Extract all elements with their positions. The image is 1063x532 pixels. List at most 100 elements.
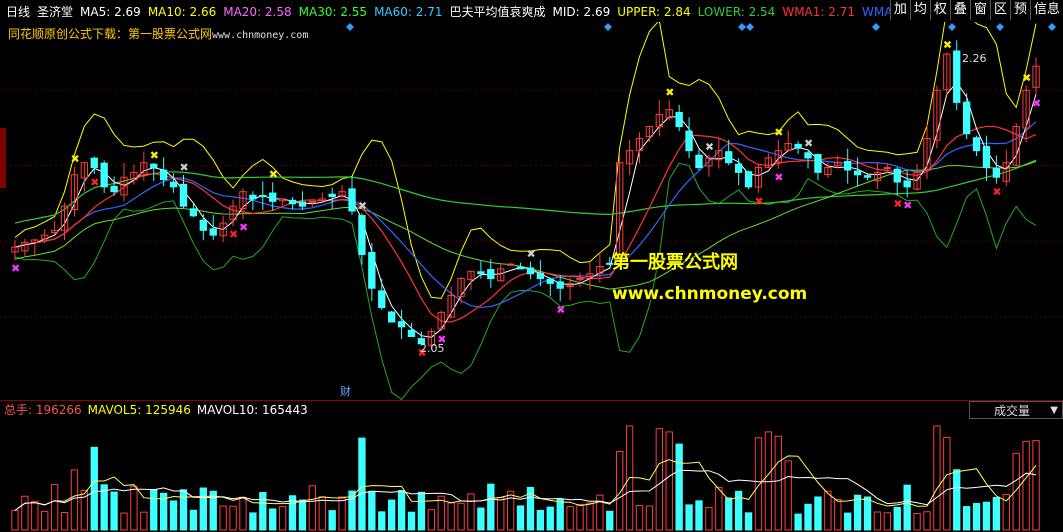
volume-bar <box>962 506 971 531</box>
event-diamond-icon <box>738 23 746 31</box>
volume-bar <box>249 512 257 531</box>
candle-body <box>744 171 753 188</box>
volume-bar <box>744 512 753 531</box>
volume-bar <box>903 484 911 531</box>
volume-bar <box>31 500 39 531</box>
volume-bar <box>616 450 624 531</box>
volume-bar <box>417 491 426 531</box>
signal-marker-icon: ✖ <box>229 228 238 241</box>
candle-body <box>378 290 386 309</box>
candle-body <box>189 208 198 217</box>
volume-bar <box>179 489 188 531</box>
volume-bar <box>953 469 961 531</box>
volume-bar <box>368 490 376 531</box>
candle-body <box>853 170 862 176</box>
volume-bar <box>378 511 386 531</box>
volume-bar <box>437 495 445 531</box>
candle-body <box>992 167 1001 178</box>
total-volume-label: 总手: 196266 <box>4 403 82 417</box>
volume-bar <box>60 512 69 531</box>
volume-bar <box>814 496 822 531</box>
signal-marker-icon: ✖ <box>992 186 1001 199</box>
signal-marker-icon: ✖ <box>239 221 248 234</box>
candle-body <box>477 271 485 275</box>
indicator-0: MA5: 2.69 <box>80 4 141 19</box>
ma5-line <box>14 81 1037 338</box>
candle-body <box>536 272 545 280</box>
volume-bar <box>1022 440 1030 531</box>
toolbar-button-3[interactable]: 叠 <box>949 0 970 20</box>
indicator-6: MID: 2.69 <box>552 4 611 19</box>
lower-band-line <box>14 162 1037 400</box>
volume-bar <box>576 503 584 531</box>
event-diamond-icon <box>1048 23 1056 31</box>
volume-bar <box>70 469 79 531</box>
candle-body <box>308 200 317 203</box>
candle-body <box>814 154 822 173</box>
volume-bar <box>943 436 951 531</box>
volume-bar <box>784 460 792 531</box>
toolbar-button-2[interactable]: 权 <box>929 0 950 20</box>
event-diamond-icon <box>604 23 612 31</box>
candle-body <box>962 101 971 135</box>
signal-marker-icon: ✖ <box>90 176 99 189</box>
toolbar-button-1[interactable]: 均 <box>909 0 930 20</box>
indicator-5: 巴夫平均值哀爽成 <box>449 4 546 19</box>
indicator-8: LOWER: 2.54 <box>697 4 776 19</box>
volume-indicator-select[interactable]: 成交量 ▼ <box>969 401 1063 419</box>
candle-body <box>328 193 336 198</box>
volume-bar <box>219 505 227 531</box>
event-diamond-icon <box>948 23 956 31</box>
volume-bar <box>467 493 475 531</box>
price-chart[interactable]: ✖ ✖✖✖✖✖✖✖✖✖✖✖✖✖✖✖✖✖ ✖✖✖✖✖ ✖✖ <box>0 22 1063 400</box>
volume-bar <box>497 496 505 531</box>
volume-bar <box>586 502 594 531</box>
toolbar-button-0[interactable]: 加 <box>889 0 910 20</box>
candle-body <box>487 269 495 280</box>
signal-marker-icon: ✖ <box>943 38 952 51</box>
volume-chart[interactable] <box>0 420 1063 532</box>
toolbar-button-7[interactable]: 信息 <box>1029 0 1063 20</box>
toolbar-button-4[interactable]: 窗 <box>969 0 990 20</box>
volume-bar <box>566 506 574 531</box>
high-annotation: 2.26 <box>962 52 987 65</box>
indicator-1: MA10: 2.66 <box>147 4 217 19</box>
candle-body <box>179 183 188 207</box>
volume-bar <box>754 437 763 531</box>
volume-bar <box>189 509 198 531</box>
period-label[interactable]: 日线 <box>6 3 30 20</box>
candle-body <box>269 192 277 202</box>
volume-bar <box>883 512 892 531</box>
candle-body <box>259 194 267 198</box>
indicator-2: MA20: 2.58 <box>223 4 292 19</box>
volume-bar <box>992 496 1001 531</box>
volume-bar <box>913 512 921 531</box>
volume-bar <box>229 505 237 531</box>
candle-body <box>298 201 307 207</box>
signal-marker-icon: ✖ <box>804 137 813 150</box>
volume-bar <box>477 507 485 531</box>
volume-bar <box>278 506 287 531</box>
volume-bar <box>645 505 654 531</box>
volume-bar <box>199 487 207 531</box>
volume-bar <box>100 484 108 531</box>
wma2-line <box>14 121 1037 308</box>
low-annotation: 2.05 <box>420 342 445 355</box>
volume-bar <box>764 431 773 531</box>
toolbar-button-5[interactable]: 区 <box>989 0 1010 20</box>
signal-marker-icon: ✖ <box>269 168 278 181</box>
toolbar-button-6[interactable]: 预 <box>1009 0 1030 20</box>
volume-bar <box>695 500 703 531</box>
volume-bar <box>397 490 406 531</box>
volume-bar <box>893 506 901 531</box>
volume-bar <box>873 511 882 531</box>
volume-bar <box>298 499 307 531</box>
candle-body <box>397 321 406 328</box>
volume-bar <box>844 512 852 531</box>
volume-bar <box>853 494 862 531</box>
finance-badge[interactable]: 财 <box>340 383 351 399</box>
volume-bar <box>387 499 396 531</box>
event-diamond-icon <box>996 23 1004 31</box>
volume-bar <box>665 431 673 531</box>
volume-bar <box>447 502 455 531</box>
